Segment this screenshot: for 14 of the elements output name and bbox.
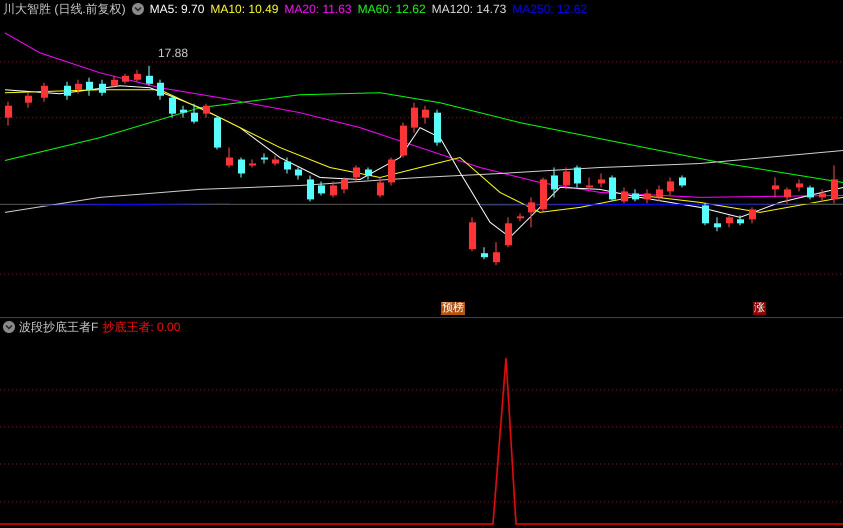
signal-tag: 涨 — [753, 302, 766, 315]
signal-tag: 预榜 — [441, 302, 465, 315]
moving-average-reading: MA120: 14.73 — [432, 2, 506, 16]
stock-title: 川大智胜 (日线.前复权) — [3, 0, 126, 18]
moving-average-reading: MA5: 9.70 — [150, 2, 204, 16]
moving-average-reading: MA10: 10.49 — [210, 2, 278, 16]
collapse-icon[interactable] — [132, 3, 144, 15]
moving-average-reading: MA250: 12.62 — [512, 2, 588, 16]
collapse-icon[interactable] — [3, 321, 15, 333]
moving-average-reading: MA60: 12.62 — [358, 2, 426, 16]
indicator-reading: 抄底王者: 0.00 — [102, 318, 180, 336]
indicator-title: 波段抄底王者F — [19, 318, 98, 336]
moving-average-reading: MA20: 11.63 — [284, 2, 352, 16]
high-price-label: 17.88 — [158, 46, 188, 60]
